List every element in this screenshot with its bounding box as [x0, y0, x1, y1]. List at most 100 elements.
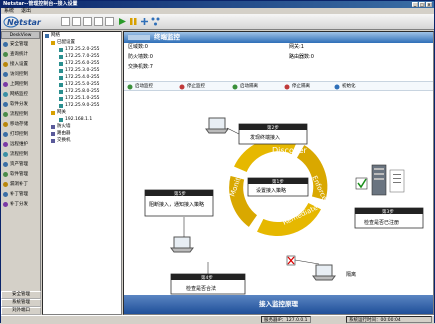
tree-range[interactable]: 172.25.9.0-255 [59, 103, 100, 109]
tree-range[interactable]: 172.25.3.0-255 [59, 68, 100, 74]
network-icon[interactable] [151, 17, 160, 26]
start-isolate-button[interactable]: 启动隔离 [232, 83, 258, 91]
tree-node-icon [59, 62, 63, 66]
info-area: 区域数:0 网关:1 防火墙数:0 路由器数:0 交换机数:7 [124, 43, 433, 74]
toolbar-grid-icon[interactable] [72, 17, 81, 26]
add-icon[interactable] [140, 17, 149, 26]
toolbar-list-icon[interactable] [83, 17, 92, 26]
nav-item[interactable]: 移动存储 [1, 119, 40, 129]
switch-count: 交换机数:7 [128, 64, 153, 70]
server-ip-label: 服务器IP：127.0.0.1 [261, 316, 311, 323]
step5-box: 第5步 阻断接入，通知接入策略 [144, 189, 214, 217]
step4-text: 检查是否合法 [186, 285, 216, 292]
close-button[interactable]: × [426, 2, 432, 7]
start-monitor-button[interactable]: 启动监控 [127, 83, 153, 91]
toolbar-tree-icon[interactable] [94, 17, 103, 26]
ring-discover: Discover [272, 146, 308, 155]
nav-item-label: 漏洞补丁 [10, 182, 28, 187]
nav-item[interactable]: 网络监控 [1, 89, 40, 99]
tree-node-label: 防火墙 [57, 124, 71, 129]
nav-item[interactable]: 补丁管理 [1, 189, 40, 199]
nav-item-icon [3, 161, 8, 167]
initialize-button[interactable]: 初始化 [334, 83, 356, 91]
nav-item[interactable]: 查询统计 [1, 49, 40, 59]
tree-device[interactable]: 防火墙 [51, 124, 71, 130]
step4-box: 第4步 检查是否合法 [170, 273, 246, 295]
stop-isolate-icon [284, 84, 290, 90]
tree-group-gateway[interactable]: 网关 [51, 110, 66, 116]
block-icon [286, 255, 296, 266]
step3-title: 第3步 [382, 208, 394, 215]
tree-node-icon [51, 111, 55, 115]
nav-item[interactable]: 访问控制 [1, 69, 40, 79]
netstar-logo: Netstar [3, 16, 42, 28]
tree-node-icon [59, 97, 63, 101]
nav-item[interactable]: 流程控制 [1, 109, 40, 119]
tree-range[interactable]: 172.25.4.0-255 [59, 75, 100, 81]
nav-item-icon [3, 81, 8, 87]
pause-icon[interactable] [129, 17, 138, 26]
runtime-label: 系统运行时间：00:00:04 [346, 316, 432, 323]
nav-security-button[interactable]: 安全管理 [1, 291, 41, 299]
nav-item[interactable]: 打印控制 [1, 129, 40, 139]
nav-item[interactable]: 上网控制 [1, 79, 40, 89]
laptop-icon-bottom [312, 264, 336, 281]
tree-range[interactable]: 172.25.1.0-255 [59, 96, 100, 102]
nav-item[interactable]: 软件管理 [1, 169, 40, 179]
minimize-button[interactable]: _ [412, 2, 418, 7]
nav-item-label: 资产管理 [10, 162, 28, 167]
step4-title: 第4步 [201, 274, 213, 281]
nav-item-label: 接入设置 [10, 62, 28, 67]
toolbar-edit-icon[interactable] [105, 17, 114, 26]
maximize-button[interactable]: □ [419, 2, 425, 7]
tree-range[interactable]: 172.25.5.0-255 [59, 82, 100, 88]
stop-monitor-button[interactable]: 停止监控 [179, 83, 205, 91]
tree-group-configured[interactable]: 已配设置 [51, 40, 75, 46]
title-bar: Netstar--管理控制台--接入设置 _ □ × [1, 1, 434, 8]
step2-title: 第2步 [267, 124, 279, 131]
document-icon [389, 169, 405, 193]
nav-item-icon [3, 141, 8, 147]
laptop-icon-left [170, 236, 194, 253]
gateway-count: 网关:1 [289, 44, 304, 50]
nav-list: 安全管理 查询统计 接入设置 访问控制 上网控制 网络监控 软件分发 流程控制 移动存储 打印控制… [1, 39, 40, 209]
nav-item[interactable]: 补丁分发 [1, 199, 40, 209]
nav-item[interactable]: 远程维护 [1, 139, 40, 149]
tree-node-icon [59, 69, 63, 73]
play-icon[interactable] [118, 17, 127, 26]
step3-text: 检查是否已注册 [364, 219, 399, 226]
tree-range[interactable]: 172.25.6.0-255 [59, 61, 100, 67]
tree-node-icon [59, 90, 63, 94]
tree-gateway-ip[interactable]: 192.168.1.1 [59, 117, 92, 123]
tree-node-label: 172.25.4.0-255 [65, 75, 100, 80]
tree-node-label: 172.25.8.0-255 [65, 89, 100, 94]
step1-text: 设置接入策略 [256, 187, 286, 194]
tree-range[interactable]: 172.25.2.0-255 [59, 47, 100, 53]
start-monitor-icon [127, 84, 133, 90]
nav-item[interactable]: 漏洞补丁 [1, 179, 40, 189]
toolbar-refresh-icon[interactable] [61, 17, 70, 26]
nav-port-button[interactable]: 刘外端口 [1, 307, 41, 315]
nav-item-label: 访问控制 [10, 72, 28, 77]
tree-device[interactable]: 交换机 [51, 138, 71, 144]
nav-item-icon [3, 151, 8, 157]
nav-item[interactable]: 安全管理 [1, 39, 40, 49]
tree-range[interactable]: 172.25.8.0-255 [59, 89, 100, 95]
stop-isolate-button[interactable]: 停止隔离 [284, 83, 310, 91]
nav-item[interactable]: 软件分发 [1, 99, 40, 109]
nav-item[interactable]: 接入设置 [1, 59, 40, 69]
principle-diagram: Discover Enforce Remediate Monitor 第1步 设… [144, 117, 424, 295]
tree-device[interactable]: 路由器 [51, 131, 71, 137]
tree-range[interactable]: 172.25.7.0-255 [59, 54, 100, 60]
nav-item-icon [3, 111, 8, 117]
tree-node-label: 网关 [57, 110, 66, 115]
nav-item-label: 流程控制 [10, 152, 28, 157]
tree-node-icon [59, 118, 63, 122]
nav-item-label: 打印控制 [10, 132, 28, 137]
nav-item[interactable]: 流程控制 [1, 149, 40, 159]
nav-system-button[interactable]: 系统管理 [1, 299, 41, 307]
tree-root[interactable]: 网络 [45, 33, 60, 39]
nav-item-icon [3, 71, 8, 77]
main-panel: 终端监控 区域数:0 网关:1 防火墙数:0 路由器数:0 交换机数:7 启动监… [123, 31, 434, 315]
nav-item[interactable]: 资产管理 [1, 159, 40, 169]
